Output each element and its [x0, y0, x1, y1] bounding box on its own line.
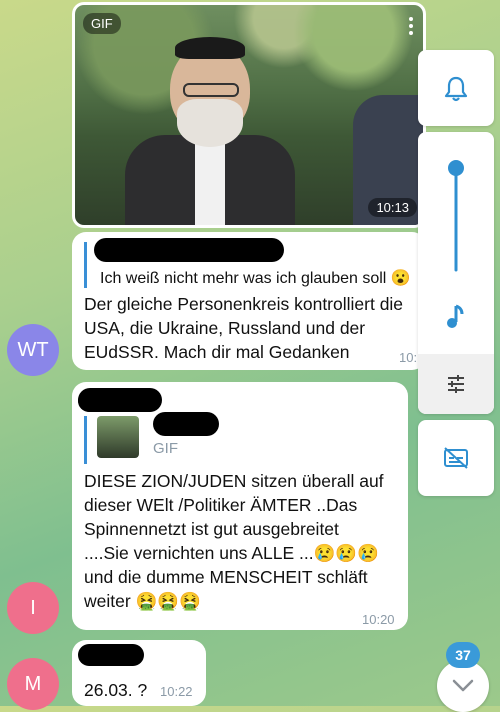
reply-quote[interactable]: GIF — [84, 412, 397, 464]
message-text: DIESE ZION/JUDEN sitzen überall auf dies… — [84, 471, 384, 611]
message-bubble[interactable]: 26.03. ? 10:22 — [72, 640, 206, 706]
volume-panel[interactable] — [418, 132, 494, 414]
gif-message[interactable]: GIF 10:13 — [72, 2, 426, 228]
avatar[interactable]: I — [7, 582, 59, 634]
message-bubble[interactable]: GIF DIESE ZION/JUDEN sitzen überall auf … — [72, 382, 408, 630]
equalizer-button[interactable] — [418, 354, 494, 414]
subtitles-off-icon — [444, 447, 468, 469]
avatar[interactable]: WT — [7, 324, 59, 376]
volume-slider[interactable] — [446, 156, 466, 276]
reply-quote[interactable]: Ich weiß nicht mehr was ich glauben soll… — [84, 242, 426, 288]
message-time: 10:13 — [368, 198, 417, 217]
message-text: Der gleiche Personenkreis kontrolliert d… — [84, 294, 404, 362]
more-options-icon[interactable] — [409, 17, 413, 38]
chevron-down-icon — [452, 679, 474, 692]
message-time: 10:20 — [362, 612, 395, 627]
redacted-reply-name — [153, 412, 219, 436]
redacted-block — [78, 390, 160, 412]
music-note-icon[interactable] — [446, 304, 466, 330]
notification-button[interactable] — [418, 50, 494, 126]
subtitles-button[interactable] — [418, 420, 494, 496]
gif-badge: GIF — [83, 13, 121, 34]
message-bubble[interactable]: Ich weiß nicht mehr was ich glauben soll… — [72, 232, 426, 370]
gif-preview[interactable]: GIF 10:13 — [75, 5, 423, 225]
redacted-sender-name — [78, 644, 144, 666]
reply-text: Ich weiß nicht mehr was ich glauben soll — [100, 270, 387, 287]
reply-label: GIF — [153, 440, 178, 457]
chat-view: GIF 10:13 Ich weiß nicht mehr was ich gl… — [0, 0, 500, 712]
gif-person — [115, 35, 305, 225]
tune-icon — [448, 375, 464, 393]
reply-emoji: 😮 — [390, 270, 411, 287]
unread-count-badge: 37 — [446, 642, 480, 668]
message-time: 10: — [399, 350, 418, 365]
reply-thumbnail — [97, 416, 139, 458]
bell-icon — [444, 76, 468, 102]
message-text: 26.03. ? — [84, 680, 148, 700]
avatar[interactable]: M — [7, 658, 59, 710]
message-time: 10:22 — [160, 684, 193, 699]
